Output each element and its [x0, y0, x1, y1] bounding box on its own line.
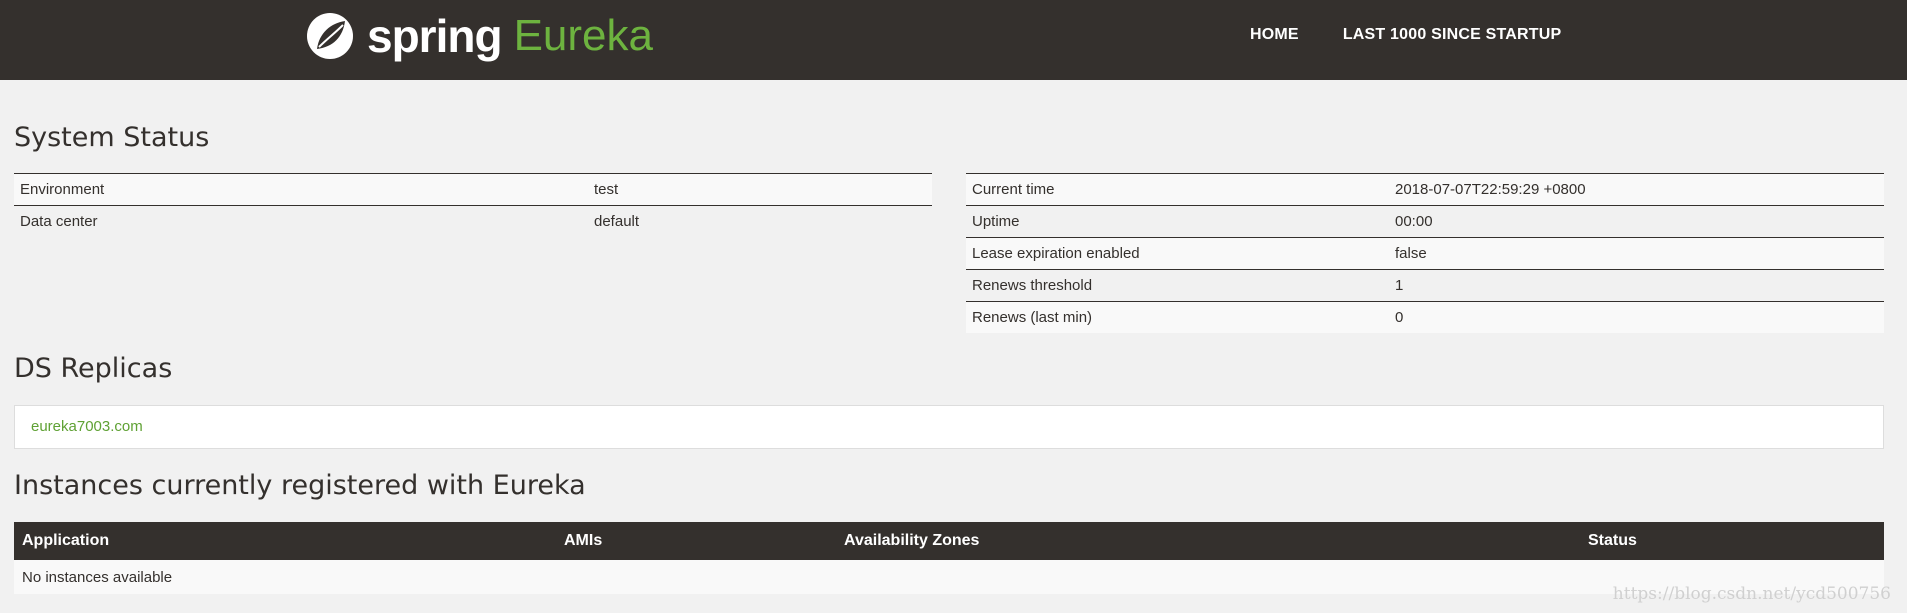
lease-expiration-label: Lease expiration enabled: [966, 237, 1389, 270]
table-row: No instances available: [14, 560, 1884, 594]
renews-threshold-value: 1: [1389, 269, 1884, 302]
top-navbar: spring Eureka HOME LAST 1000 SINCE START…: [0, 0, 1907, 80]
table-row: Environment test: [14, 173, 932, 206]
nav-home-link[interactable]: HOME: [1250, 26, 1299, 44]
brand-eureka-text: Eureka: [513, 11, 653, 60]
uptime-value: 00:00: [1389, 205, 1884, 238]
environment-value: test: [588, 173, 932, 206]
uptime-label: Uptime: [966, 205, 1389, 238]
spring-eureka-logo[interactable]: spring Eureka: [305, 8, 653, 64]
environment-table: Environment test Data center default: [14, 173, 932, 237]
brand-spring-text: spring: [367, 10, 503, 62]
table-row: Renews threshold 1: [966, 269, 1884, 302]
table-row: Data center default: [14, 205, 932, 237]
renews-last-min-value: 0: [1389, 301, 1884, 333]
column-header-application: Application: [14, 522, 556, 560]
column-header-amis: AMIs: [556, 522, 836, 560]
column-header-availability-zones: Availability Zones: [836, 522, 1580, 560]
table-row: Uptime 00:00: [966, 205, 1884, 238]
no-instances-text: No instances available: [14, 560, 1884, 594]
current-time-label: Current time: [966, 173, 1389, 206]
table-header-row: Application AMIs Availability Zones Stat…: [14, 522, 1884, 560]
table-row: Lease expiration enabled false: [966, 237, 1884, 270]
runtime-status-table: Current time 2018-07-07T22:59:29 +0800 U…: [966, 173, 1884, 333]
spring-leaf-icon: [307, 13, 353, 59]
data-center-value: default: [588, 205, 932, 237]
instances-table: Application AMIs Availability Zones Stat…: [14, 522, 1884, 594]
system-status-title: System Status: [14, 122, 210, 153]
column-header-status: Status: [1580, 522, 1884, 560]
current-time-value: 2018-07-07T22:59:29 +0800: [1389, 173, 1884, 206]
table-row: Renews (last min) 0: [966, 301, 1884, 333]
ds-replicas-title: DS Replicas: [14, 353, 173, 384]
nav-last1000-link[interactable]: LAST 1000 SINCE STARTUP: [1343, 26, 1562, 44]
renews-threshold-label: Renews threshold: [966, 269, 1389, 302]
nav-links: HOME LAST 1000 SINCE STARTUP: [1250, 26, 1561, 44]
replica-link[interactable]: eureka7003.com: [31, 418, 143, 435]
ds-replicas-list: eureka7003.com: [14, 405, 1884, 449]
renews-last-min-label: Renews (last min): [966, 301, 1389, 333]
table-row: Current time 2018-07-07T22:59:29 +0800: [966, 173, 1884, 206]
watermark-text: https://blog.csdn.net/ycd500756: [1612, 584, 1891, 604]
instances-title: Instances currently registered with Eure…: [14, 470, 586, 501]
environment-label: Environment: [14, 173, 588, 206]
data-center-label: Data center: [14, 205, 588, 237]
lease-expiration-value: false: [1389, 237, 1884, 270]
